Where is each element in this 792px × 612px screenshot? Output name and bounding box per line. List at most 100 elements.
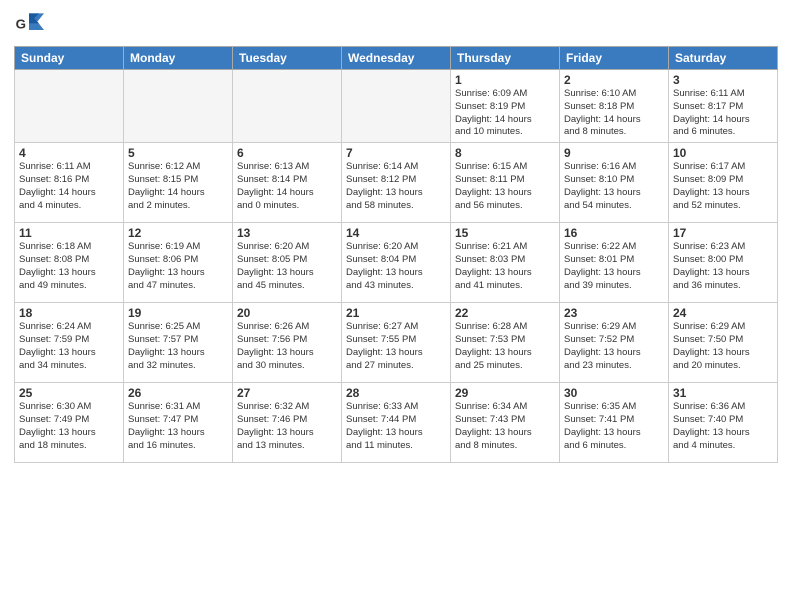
calendar-cell: 31Sunrise: 6:36 AM Sunset: 7:40 PM Dayli…	[669, 383, 778, 463]
day-info: Sunrise: 6:20 AM Sunset: 8:05 PM Dayligh…	[237, 241, 337, 292]
day-number: 12	[128, 226, 228, 240]
day-number: 7	[346, 146, 446, 160]
day-info: Sunrise: 6:22 AM Sunset: 8:01 PM Dayligh…	[564, 241, 664, 292]
day-number: 8	[455, 146, 555, 160]
day-info: Sunrise: 6:34 AM Sunset: 7:43 PM Dayligh…	[455, 401, 555, 452]
calendar-cell: 23Sunrise: 6:29 AM Sunset: 7:52 PM Dayli…	[560, 303, 669, 383]
day-number: 28	[346, 386, 446, 400]
calendar-table: SundayMondayTuesdayWednesdayThursdayFrid…	[14, 46, 778, 463]
weekday-header-thursday: Thursday	[451, 47, 560, 70]
day-info: Sunrise: 6:23 AM Sunset: 8:00 PM Dayligh…	[673, 241, 773, 292]
day-number: 21	[346, 306, 446, 320]
day-number: 22	[455, 306, 555, 320]
calendar-cell: 5Sunrise: 6:12 AM Sunset: 8:15 PM Daylig…	[124, 143, 233, 223]
logo-icon: G	[14, 10, 44, 40]
calendar-cell: 14Sunrise: 6:20 AM Sunset: 8:04 PM Dayli…	[342, 223, 451, 303]
calendar-cell: 26Sunrise: 6:31 AM Sunset: 7:47 PM Dayli…	[124, 383, 233, 463]
calendar-cell: 28Sunrise: 6:33 AM Sunset: 7:44 PM Dayli…	[342, 383, 451, 463]
day-info: Sunrise: 6:35 AM Sunset: 7:41 PM Dayligh…	[564, 401, 664, 452]
week-row-3: 11Sunrise: 6:18 AM Sunset: 8:08 PM Dayli…	[15, 223, 778, 303]
calendar-cell	[342, 70, 451, 143]
day-info: Sunrise: 6:12 AM Sunset: 8:15 PM Dayligh…	[128, 161, 228, 212]
weekday-header-sunday: Sunday	[15, 47, 124, 70]
calendar-cell: 9Sunrise: 6:16 AM Sunset: 8:10 PM Daylig…	[560, 143, 669, 223]
calendar-cell: 12Sunrise: 6:19 AM Sunset: 8:06 PM Dayli…	[124, 223, 233, 303]
calendar-cell: 10Sunrise: 6:17 AM Sunset: 8:09 PM Dayli…	[669, 143, 778, 223]
day-info: Sunrise: 6:16 AM Sunset: 8:10 PM Dayligh…	[564, 161, 664, 212]
day-number: 23	[564, 306, 664, 320]
calendar-cell: 17Sunrise: 6:23 AM Sunset: 8:00 PM Dayli…	[669, 223, 778, 303]
calendar-cell	[233, 70, 342, 143]
day-number: 16	[564, 226, 664, 240]
day-number: 6	[237, 146, 337, 160]
calendar-cell: 1Sunrise: 6:09 AM Sunset: 8:19 PM Daylig…	[451, 70, 560, 143]
weekday-header-tuesday: Tuesday	[233, 47, 342, 70]
day-number: 24	[673, 306, 773, 320]
day-info: Sunrise: 6:36 AM Sunset: 7:40 PM Dayligh…	[673, 401, 773, 452]
calendar-cell: 25Sunrise: 6:30 AM Sunset: 7:49 PM Dayli…	[15, 383, 124, 463]
day-number: 9	[564, 146, 664, 160]
day-info: Sunrise: 6:32 AM Sunset: 7:46 PM Dayligh…	[237, 401, 337, 452]
day-info: Sunrise: 6:17 AM Sunset: 8:09 PM Dayligh…	[673, 161, 773, 212]
day-info: Sunrise: 6:18 AM Sunset: 8:08 PM Dayligh…	[19, 241, 119, 292]
weekday-header-row: SundayMondayTuesdayWednesdayThursdayFrid…	[15, 47, 778, 70]
weekday-header-friday: Friday	[560, 47, 669, 70]
week-row-4: 18Sunrise: 6:24 AM Sunset: 7:59 PM Dayli…	[15, 303, 778, 383]
calendar-cell: 6Sunrise: 6:13 AM Sunset: 8:14 PM Daylig…	[233, 143, 342, 223]
day-info: Sunrise: 6:13 AM Sunset: 8:14 PM Dayligh…	[237, 161, 337, 212]
day-number: 10	[673, 146, 773, 160]
calendar-cell: 19Sunrise: 6:25 AM Sunset: 7:57 PM Dayli…	[124, 303, 233, 383]
day-number: 30	[564, 386, 664, 400]
calendar-cell: 20Sunrise: 6:26 AM Sunset: 7:56 PM Dayli…	[233, 303, 342, 383]
day-info: Sunrise: 6:15 AM Sunset: 8:11 PM Dayligh…	[455, 161, 555, 212]
weekday-header-monday: Monday	[124, 47, 233, 70]
day-number: 27	[237, 386, 337, 400]
day-info: Sunrise: 6:31 AM Sunset: 7:47 PM Dayligh…	[128, 401, 228, 452]
day-number: 29	[455, 386, 555, 400]
day-info: Sunrise: 6:10 AM Sunset: 8:18 PM Dayligh…	[564, 88, 664, 139]
day-info: Sunrise: 6:33 AM Sunset: 7:44 PM Dayligh…	[346, 401, 446, 452]
calendar-cell: 4Sunrise: 6:11 AM Sunset: 8:16 PM Daylig…	[15, 143, 124, 223]
calendar-cell: 8Sunrise: 6:15 AM Sunset: 8:11 PM Daylig…	[451, 143, 560, 223]
day-number: 3	[673, 73, 773, 87]
day-info: Sunrise: 6:21 AM Sunset: 8:03 PM Dayligh…	[455, 241, 555, 292]
day-info: Sunrise: 6:28 AM Sunset: 7:53 PM Dayligh…	[455, 321, 555, 372]
header: G	[14, 10, 778, 40]
day-info: Sunrise: 6:09 AM Sunset: 8:19 PM Dayligh…	[455, 88, 555, 139]
day-number: 19	[128, 306, 228, 320]
day-info: Sunrise: 6:27 AM Sunset: 7:55 PM Dayligh…	[346, 321, 446, 372]
calendar-cell: 18Sunrise: 6:24 AM Sunset: 7:59 PM Dayli…	[15, 303, 124, 383]
calendar-cell: 30Sunrise: 6:35 AM Sunset: 7:41 PM Dayli…	[560, 383, 669, 463]
day-info: Sunrise: 6:29 AM Sunset: 7:50 PM Dayligh…	[673, 321, 773, 372]
calendar-cell: 16Sunrise: 6:22 AM Sunset: 8:01 PM Dayli…	[560, 223, 669, 303]
day-number: 25	[19, 386, 119, 400]
calendar-cell	[124, 70, 233, 143]
day-number: 2	[564, 73, 664, 87]
calendar-cell: 27Sunrise: 6:32 AM Sunset: 7:46 PM Dayli…	[233, 383, 342, 463]
week-row-1: 1Sunrise: 6:09 AM Sunset: 8:19 PM Daylig…	[15, 70, 778, 143]
calendar-cell: 29Sunrise: 6:34 AM Sunset: 7:43 PM Dayli…	[451, 383, 560, 463]
day-info: Sunrise: 6:29 AM Sunset: 7:52 PM Dayligh…	[564, 321, 664, 372]
day-info: Sunrise: 6:26 AM Sunset: 7:56 PM Dayligh…	[237, 321, 337, 372]
day-number: 14	[346, 226, 446, 240]
day-info: Sunrise: 6:11 AM Sunset: 8:16 PM Dayligh…	[19, 161, 119, 212]
calendar-cell: 21Sunrise: 6:27 AM Sunset: 7:55 PM Dayli…	[342, 303, 451, 383]
day-info: Sunrise: 6:24 AM Sunset: 7:59 PM Dayligh…	[19, 321, 119, 372]
day-number: 5	[128, 146, 228, 160]
logo: G	[14, 10, 48, 40]
calendar-cell: 13Sunrise: 6:20 AM Sunset: 8:05 PM Dayli…	[233, 223, 342, 303]
day-number: 20	[237, 306, 337, 320]
calendar-cell: 11Sunrise: 6:18 AM Sunset: 8:08 PM Dayli…	[15, 223, 124, 303]
day-number: 31	[673, 386, 773, 400]
day-info: Sunrise: 6:14 AM Sunset: 8:12 PM Dayligh…	[346, 161, 446, 212]
day-number: 18	[19, 306, 119, 320]
day-number: 1	[455, 73, 555, 87]
day-number: 26	[128, 386, 228, 400]
weekday-header-wednesday: Wednesday	[342, 47, 451, 70]
day-number: 13	[237, 226, 337, 240]
week-row-2: 4Sunrise: 6:11 AM Sunset: 8:16 PM Daylig…	[15, 143, 778, 223]
svg-text:G: G	[16, 16, 26, 31]
weekday-header-saturday: Saturday	[669, 47, 778, 70]
calendar-cell: 3Sunrise: 6:11 AM Sunset: 8:17 PM Daylig…	[669, 70, 778, 143]
calendar-cell: 24Sunrise: 6:29 AM Sunset: 7:50 PM Dayli…	[669, 303, 778, 383]
